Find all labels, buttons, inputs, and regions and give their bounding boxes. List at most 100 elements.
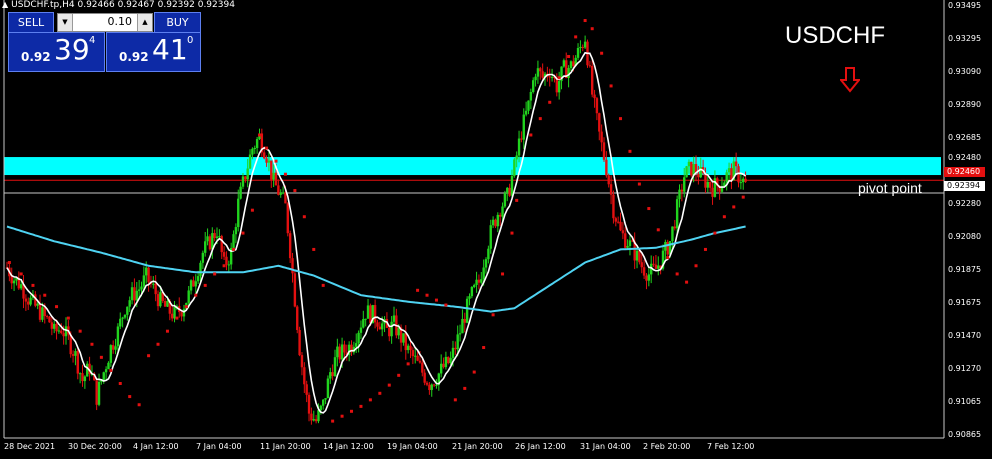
candle-body: [569, 61, 573, 68]
candle-body: [218, 236, 221, 238]
lot-size-value[interactable]: 0.10: [108, 15, 133, 28]
candle-body: [76, 351, 79, 374]
parabolic-sar-dot: [557, 76, 561, 80]
candle-body: [279, 192, 282, 195]
parabolic-sar-dot: [43, 293, 47, 297]
parabolic-sar-dot: [548, 100, 552, 104]
candle-body: [451, 347, 455, 358]
candle-body: [24, 298, 28, 302]
candle-body: [593, 94, 596, 99]
candle-body: [529, 91, 533, 101]
candle-body: [343, 344, 346, 353]
candle-body: [255, 139, 259, 148]
lot-increase-icon[interactable]: ▲: [137, 14, 152, 31]
candle-body: [616, 221, 620, 223]
candle-body: [253, 147, 256, 149]
parabolic-sar-dot: [387, 383, 391, 387]
parabolic-sar-dot: [463, 386, 467, 390]
candle-body: [317, 410, 320, 422]
candle-body: [196, 276, 200, 282]
candle-body: [104, 369, 108, 373]
candle-body: [305, 384, 308, 395]
time-axis-label: 21 Jan 20:00: [452, 442, 503, 451]
parabolic-sar-dot: [378, 391, 382, 395]
parabolic-sar-dot: [368, 398, 372, 402]
candle-body: [470, 286, 474, 297]
parabolic-sar-dot: [203, 283, 207, 287]
candle-body: [362, 319, 365, 328]
candle-body: [114, 346, 117, 350]
candle-body: [123, 314, 127, 318]
parabolic-sar-dot: [722, 215, 726, 219]
candle-body: [458, 333, 462, 335]
candle-body: [588, 65, 592, 67]
sell-price-pip: 4: [89, 35, 96, 46]
candle-body: [364, 318, 367, 320]
parabolic-sar-dot: [137, 403, 141, 407]
price-axis-label: 0.90865: [948, 430, 982, 439]
lot-size-field[interactable]: ▼ 0.10 ▲: [57, 13, 153, 32]
candle-body: [673, 226, 676, 229]
candle-body: [326, 378, 330, 399]
parabolic-sar-dot: [637, 182, 641, 186]
candle-body: [541, 71, 544, 78]
sell-button[interactable]: SELL: [8, 12, 54, 33]
buy-price-button[interactable]: 0.92 41 0: [106, 32, 201, 72]
time-axis-label: 30 Dec 20:00: [68, 442, 122, 451]
hollow-down-arrow-icon: [838, 67, 862, 97]
candle-body: [536, 68, 540, 77]
candle-body: [739, 182, 743, 184]
candle-body: [494, 219, 497, 227]
candle-body: [527, 100, 530, 111]
candle-body: [303, 367, 306, 385]
candle-body: [281, 192, 285, 194]
candle-body: [390, 321, 393, 337]
candle-body: [192, 280, 195, 287]
parabolic-sar-dot: [416, 288, 420, 292]
candle-body: [142, 275, 146, 287]
collapse-triangle-icon[interactable]: ▲: [2, 0, 8, 9]
parabolic-sar-dot: [694, 264, 698, 268]
parabolic-sar-dot: [600, 51, 604, 55]
candle-body: [293, 273, 297, 307]
candle-body: [614, 218, 617, 222]
candle-body: [251, 148, 254, 155]
lot-decrease-icon[interactable]: ▼: [58, 14, 73, 31]
time-axis-label: 28 Dec 2021: [4, 442, 56, 451]
parabolic-sar-dot: [685, 280, 689, 284]
candle-body: [685, 166, 688, 178]
candle-body: [473, 284, 476, 287]
parabolic-sar-dot: [213, 272, 217, 276]
price-axis-label: 0.92280: [948, 199, 982, 208]
buy-price-pip: 0: [187, 35, 194, 46]
candle-body: [121, 317, 124, 319]
price-axis-label: 0.91875: [948, 265, 982, 274]
candle-body: [430, 384, 433, 391]
parabolic-sar-dot: [66, 316, 70, 320]
candle-body: [163, 301, 167, 307]
sell-price-button[interactable]: 0.92 39 4: [8, 32, 105, 72]
parabolic-sar-dot: [340, 414, 344, 418]
candle-body: [97, 381, 101, 405]
parabolic-sar-dot: [609, 84, 613, 88]
candle-body: [517, 138, 521, 156]
candle-body: [307, 394, 311, 414]
candle-body: [29, 297, 32, 305]
candle-body: [468, 296, 471, 299]
candle-body: [421, 362, 424, 373]
candle-body: [423, 372, 426, 383]
parabolic-sar-dot: [444, 303, 448, 307]
candle-body: [107, 362, 110, 370]
buy-button[interactable]: BUY: [154, 12, 201, 33]
candle-body: [204, 241, 207, 253]
candle-body: [489, 225, 492, 249]
price-axis-label: 0.91675: [948, 298, 982, 307]
candle-body: [62, 333, 65, 337]
candle-body: [411, 350, 415, 357]
candle-body: [579, 46, 582, 48]
candle-body: [359, 327, 363, 333]
parabolic-sar-dot: [293, 189, 297, 193]
price-axis-label: 0.92685: [948, 133, 982, 142]
candle-body: [154, 283, 157, 295]
buy-price-big: 41: [152, 33, 188, 66]
